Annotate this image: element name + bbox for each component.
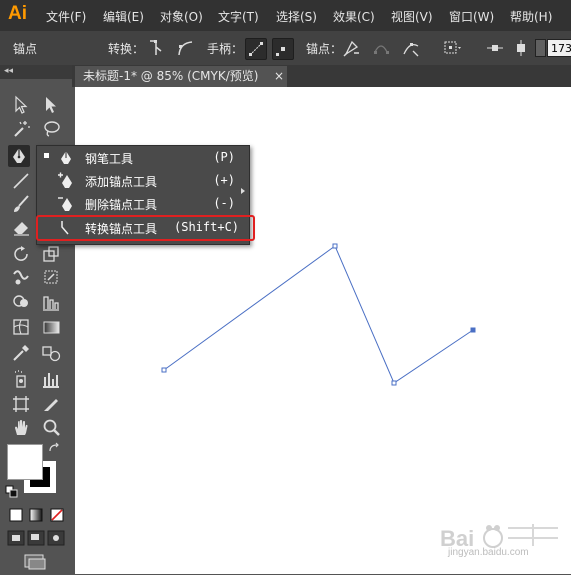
slice-tool-icon[interactable] [40, 393, 62, 415]
artboard-tool-icon[interactable] [10, 393, 32, 415]
flyout-item-add-anchor[interactable]: 添加锚点工具 (+) [37, 169, 249, 192]
flyout-item-delete-anchor[interactable]: 删除锚点工具 (-) [37, 192, 249, 215]
eraser-tool-icon[interactable] [10, 216, 32, 238]
flyout-label: 钢笔工具 [85, 152, 134, 166]
warp-tool-icon[interactable] [10, 266, 32, 288]
pen-icon [55, 147, 77, 169]
gradient-tool-icon[interactable] [40, 316, 62, 338]
toolbox-collapse-icon[interactable]: ◂◂ [4, 66, 13, 76]
mesh-tool-icon[interactable] [10, 316, 32, 338]
blend-tool-icon[interactable] [40, 342, 62, 364]
zigzag-path[interactable] [0, 0, 571, 574]
paintbrush-tool-icon[interactable] [10, 193, 32, 215]
pen-tool-icon[interactable] [8, 145, 30, 167]
zoom-tool-icon[interactable] [40, 417, 62, 439]
perspective-grid-tool-icon[interactable] [40, 291, 62, 313]
magic-wand-tool-icon[interactable] [10, 118, 32, 140]
anchor-point[interactable] [161, 367, 167, 373]
anchor-point[interactable] [391, 380, 397, 386]
flyout-expand-icon[interactable] [241, 188, 245, 194]
lasso-tool-icon[interactable] [40, 118, 62, 140]
hand-tool-icon[interactable] [10, 417, 32, 439]
flyout-shortcut: (+) [213, 173, 235, 187]
drawing-modes-icon[interactable] [7, 530, 67, 546]
direct-selection-tool-icon[interactable] [40, 94, 62, 116]
rotate-tool-icon[interactable] [10, 243, 32, 265]
free-transform-tool-icon[interactable] [40, 266, 62, 288]
eyedropper-tool-icon[interactable] [10, 342, 32, 364]
highlight-box [36, 215, 255, 241]
flyout-item-pen[interactable]: 钢笔工具 (P) [37, 146, 249, 169]
fill-color-swatch[interactable] [7, 444, 43, 480]
anchor-point-selected[interactable] [470, 327, 476, 333]
path-stroke[interactable] [163, 245, 474, 384]
active-bullet-icon [44, 153, 49, 158]
flyout-shortcut: (P) [213, 150, 235, 164]
flyout-label: 添加锚点工具 [85, 175, 158, 189]
flyout-label: 删除锚点工具 [85, 198, 158, 212]
watermark-text: jingyan.baidu.com [448, 547, 529, 558]
color-mode-icon[interactable] [9, 507, 23, 522]
default-colors-icon[interactable] [5, 484, 19, 498]
anchor-point[interactable] [332, 243, 338, 249]
screen-mode-icon[interactable] [22, 553, 48, 571]
shape-builder-tool-icon[interactable] [10, 291, 32, 313]
column-graph-tool-icon[interactable] [40, 368, 62, 390]
symbol-sprayer-tool-icon[interactable] [10, 368, 32, 390]
none-mode-icon[interactable] [50, 507, 64, 522]
gradient-mode-icon[interactable] [29, 507, 43, 522]
delete-anchor-point-icon [55, 193, 77, 215]
add-anchor-point-icon [55, 170, 77, 192]
swap-colors-icon[interactable] [47, 440, 61, 454]
selection-tool-icon[interactable] [10, 94, 32, 116]
flyout-shortcut: (-) [213, 196, 235, 210]
line-tool-icon[interactable] [10, 170, 32, 192]
baidu-watermark-icon: Bai [440, 524, 558, 551]
scale-tool-icon[interactable] [40, 243, 62, 265]
